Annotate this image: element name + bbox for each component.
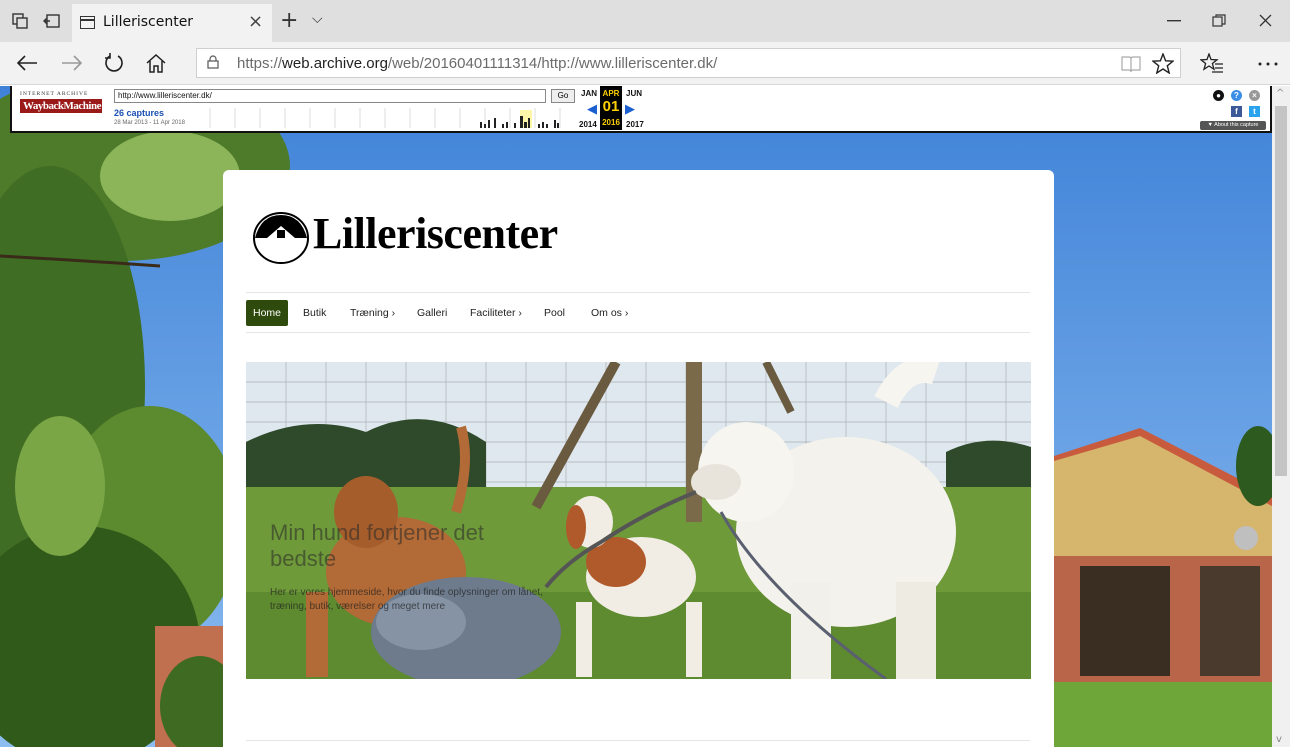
nav-item-om-os[interactable]: Om os › (591, 300, 628, 326)
nav-item-home[interactable]: Home (246, 300, 289, 326)
wayback-next-year[interactable]: 2017 (626, 120, 644, 129)
maximize-icon[interactable] (1212, 14, 1226, 28)
wayback-url-input[interactable]: http://www.lilleriscenter.dk/ (114, 89, 546, 103)
tab-lilleriscenter[interactable]: Lilleriscenter × (72, 4, 272, 42)
hero-heading: Min hund fortjener det bedste (270, 520, 485, 571)
wayback-close-icon[interactable]: × (1249, 90, 1260, 101)
nav-item-butik[interactable]: Butik (303, 300, 326, 326)
logo-text: Lilleriscenter (313, 209, 558, 258)
minimize-icon[interactable] (1167, 20, 1181, 22)
scrollbar-thumb[interactable] (1275, 106, 1287, 476)
lock-icon (207, 55, 219, 69)
home-icon[interactable] (145, 53, 167, 73)
nav-item-galleri[interactable]: Galleri (417, 300, 447, 326)
scroll-up-icon[interactable]: ^ (1276, 88, 1284, 99)
wayback-logo-top: INTERNET ARCHIVE (20, 91, 89, 97)
nav-item-traening[interactable]: Træning › (350, 300, 395, 326)
refresh-icon[interactable] (104, 52, 124, 74)
wayback-help-icon[interactable]: ? (1231, 90, 1242, 101)
wayback-go-button[interactable]: Go (551, 89, 575, 103)
wayback-prev-month[interactable]: JAN (581, 89, 597, 98)
wayback-current-day: 01 (602, 98, 620, 115)
tab-close-icon[interactable]: × (248, 11, 263, 32)
address-text: https://web.archive.org/web/201604011113… (237, 55, 718, 72)
wayback-current-date: APR 01 2016 (600, 86, 622, 130)
wayback-captures-link[interactable]: 26 captures (114, 108, 164, 118)
wayback-logo-bottom: WaybackMachine (20, 99, 102, 113)
close-icon[interactable] (1259, 14, 1272, 27)
wayback-capture-sparkline[interactable] (190, 108, 580, 128)
address-input[interactable]: https://web.archive.org/web/201604011113… (196, 48, 1181, 78)
hero-subtext: Her er vores hjemmeside, hvor du finde o… (270, 587, 543, 612)
browser-titlebar: Lilleriscenter × + ⌵ (0, 0, 1290, 42)
page-viewport: Lilleriscenter Home Butik Træning › Gall… (0, 86, 1272, 747)
divider (246, 740, 1030, 741)
wayback-current-month: APR (602, 89, 620, 98)
favorites-hub-icon[interactable] (1200, 53, 1224, 74)
wayback-logo[interactable]: INTERNET ARCHIVE WaybackMachine (20, 91, 102, 127)
divider (246, 292, 1030, 293)
restore-tabs-icon[interactable] (43, 12, 61, 30)
wayback-prev-arrow-icon[interactable]: ◀ (587, 103, 597, 116)
address-bar-row: https://web.archive.org/web/201604011113… (0, 42, 1290, 85)
divider (246, 332, 1030, 333)
set-aside-tabs-icon[interactable] (11, 12, 29, 30)
scroll-down-icon[interactable]: v (1276, 734, 1282, 745)
back-icon[interactable] (16, 54, 38, 72)
favorite-star-icon[interactable] (1152, 53, 1174, 74)
tab-title: Lilleriscenter (103, 14, 194, 30)
page-scrollbar[interactable]: ^ v (1272, 86, 1290, 747)
wayback-about-capture[interactable]: ▼ About this capture (1200, 121, 1266, 130)
wayback-capture-range: 28 Mar 2013 - 11 Apr 2018 (114, 120, 185, 126)
wayback-current-year: 2016 (602, 118, 620, 127)
page-icon (80, 16, 95, 29)
wayback-next-arrow-icon[interactable]: ▶ (625, 103, 635, 116)
nav-item-faciliteter[interactable]: Faciliteter › (470, 300, 522, 326)
nav-item-pool[interactable]: Pool (544, 300, 565, 326)
wayback-user-icon[interactable]: ● (1213, 90, 1224, 101)
wayback-next-month[interactable]: JUN (626, 89, 642, 98)
wayback-toolbar: INTERNET ARCHIVE WaybackMachine http://w… (10, 86, 1272, 133)
hero-slider[interactable]: Min hund fortjener det bedste Her er vor… (246, 362, 1031, 679)
reading-view-icon[interactable] (1121, 55, 1141, 73)
twitter-icon[interactable]: t (1249, 106, 1260, 117)
content-card: Lilleriscenter Home Butik Træning › Gall… (223, 170, 1054, 747)
facebook-icon[interactable]: f (1231, 106, 1242, 117)
more-icon[interactable] (1258, 62, 1278, 66)
new-tab-button[interactable]: + (280, 8, 298, 33)
logo-house-icon (253, 212, 309, 264)
forward-icon[interactable] (61, 54, 83, 72)
wayback-prev-year[interactable]: 2014 (579, 120, 597, 129)
tab-list-button[interactable]: ⌵ (312, 11, 323, 27)
